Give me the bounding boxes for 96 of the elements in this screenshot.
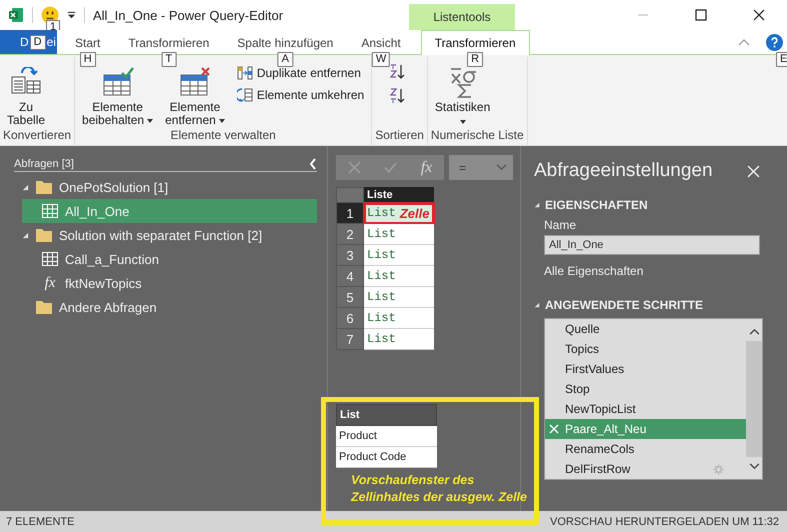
formula-dropdown[interactable]: = bbox=[449, 155, 513, 180]
group-label: Elemente verwalten bbox=[169, 128, 277, 144]
all-properties-link[interactable]: Alle Eigenschaften bbox=[534, 264, 787, 278]
table-icon bbox=[42, 252, 58, 266]
ribbon-tab[interactable]: Ansicht bbox=[347, 30, 415, 54]
step-item[interactable]: Topics bbox=[545, 339, 746, 359]
step-item[interactable]: FirstValues bbox=[545, 359, 746, 379]
annotation-text: Zelle bbox=[400, 206, 430, 220]
keytip: E bbox=[776, 52, 787, 66]
tab-label: D bbox=[20, 35, 29, 49]
corner-cell[interactable] bbox=[336, 187, 364, 203]
keytip: H bbox=[80, 52, 96, 67]
excel-logo-icon bbox=[8, 7, 24, 23]
column-header[interactable]: Liste bbox=[364, 187, 434, 203]
folder-icon bbox=[36, 228, 52, 242]
annotation-text: Vorschaufenster des Zellinhaltes der ausgew. Zelle bbox=[351, 472, 528, 506]
window-title: All_In_One - Power Query-Editor bbox=[93, 8, 284, 22]
row-number: 7 bbox=[336, 329, 364, 350]
collapse-pane-icon[interactable] bbox=[309, 158, 317, 170]
table-cell: Product Code bbox=[336, 447, 437, 468]
table-cell[interactable]: List bbox=[364, 224, 434, 245]
keytip: R bbox=[467, 52, 484, 67]
group-label: Konvertieren bbox=[3, 128, 72, 144]
column-header: List bbox=[336, 404, 437, 426]
reverse-items-icon bbox=[236, 87, 253, 103]
keytip: W bbox=[372, 52, 390, 67]
section-header: ANGEWENDETE SCHRITTE bbox=[545, 298, 704, 312]
folder-icon bbox=[36, 300, 52, 314]
maximize-icon[interactable] bbox=[695, 9, 707, 21]
help-icon[interactable] bbox=[766, 34, 783, 50]
table-cell[interactable]: List bbox=[364, 245, 434, 266]
step-item[interactable]: Paare_Alt_Neu bbox=[545, 419, 746, 439]
remove-duplicates-icon bbox=[236, 65, 253, 81]
query-folder[interactable]: OnePotSolution [1] bbox=[22, 175, 317, 199]
query-folder[interactable]: Andere Abfragen bbox=[22, 295, 317, 319]
table-cell[interactable]: List Zelle bbox=[364, 203, 434, 224]
table-cell: Product bbox=[336, 426, 437, 447]
table-icon bbox=[42, 204, 58, 218]
ribbon-tab[interactable]: Spalte hinzufügen bbox=[223, 30, 348, 54]
pane-title: Abfrageeinstellungen bbox=[534, 160, 713, 182]
chevron-down-icon bbox=[496, 164, 507, 171]
keytip: T bbox=[161, 52, 176, 67]
query-item[interactable]: fx fktNewTopics bbox=[22, 271, 317, 295]
table-cell[interactable]: List bbox=[364, 287, 434, 308]
keytip: A bbox=[278, 52, 293, 67]
ribbon-button[interactable]: Elemente umkehren bbox=[236, 87, 364, 103]
table-cell[interactable]: List bbox=[364, 308, 434, 329]
expanded-triangle-icon[interactable] bbox=[534, 202, 540, 208]
expanded-triangle-icon[interactable] bbox=[22, 232, 29, 238]
row-number: 3 bbox=[336, 245, 364, 266]
expanded-triangle-icon[interactable] bbox=[22, 184, 29, 190]
function-icon: fx bbox=[42, 274, 58, 292]
keep-items-icon bbox=[102, 67, 134, 97]
step-item[interactable]: Quelle bbox=[545, 319, 746, 339]
group-label: Sortieren bbox=[375, 128, 424, 144]
context-tab-header: Listentools bbox=[409, 4, 515, 30]
sort-ascending-icon[interactable] bbox=[389, 63, 406, 81]
close-icon[interactable] bbox=[753, 9, 765, 21]
name-field[interactable]: All_In_One bbox=[544, 235, 760, 255]
query-item[interactable]: Call_a_Function bbox=[22, 247, 317, 271]
query-folder[interactable]: Solution with separatet Function [2] bbox=[22, 223, 317, 247]
row-number: 5 bbox=[336, 287, 364, 308]
keytip: D bbox=[30, 34, 46, 50]
ribbon-tab[interactable]: Transformieren bbox=[420, 30, 530, 55]
table-cell[interactable]: List bbox=[364, 329, 434, 350]
status-text: VORSCHAU HERUNTERGELADEN UM 11:32 bbox=[550, 516, 779, 528]
expanded-triangle-icon[interactable] bbox=[534, 302, 540, 308]
step-item[interactable]: DelFirstRow bbox=[545, 459, 746, 479]
group-label: Numerische Liste bbox=[430, 128, 524, 144]
queries-title: Abfragen [3] bbox=[14, 158, 74, 170]
ribbon-tab[interactable]: Transformieren bbox=[114, 30, 224, 54]
check-icon[interactable] bbox=[384, 161, 398, 174]
step-item[interactable]: NewTopicList bbox=[545, 399, 746, 419]
folder-icon bbox=[36, 180, 52, 194]
file-tab[interactable]: D D ei bbox=[0, 30, 57, 54]
remove-items-icon bbox=[178, 67, 211, 97]
sort-descending-icon[interactable] bbox=[389, 87, 406, 105]
delete-icon[interactable] bbox=[549, 424, 559, 434]
section-header: EIGENSCHAFTEN bbox=[545, 198, 648, 212]
scroll-down-icon[interactable] bbox=[748, 463, 760, 470]
status-text: 7 ELEMENTE bbox=[6, 516, 74, 528]
field-label: Name bbox=[543, 218, 578, 232]
caret-icon[interactable] bbox=[67, 10, 76, 20]
row-number: 6 bbox=[336, 308, 364, 329]
step-item[interactable]: Stop bbox=[545, 379, 746, 399]
ribbon-button[interactable]: Zu Tabelle bbox=[3, 63, 50, 128]
table-cell[interactable]: List bbox=[364, 266, 434, 287]
row-number: 4 bbox=[336, 266, 364, 287]
collapse-ribbon-icon[interactable] bbox=[738, 38, 750, 46]
step-item[interactable]: RenameCols bbox=[545, 439, 746, 459]
ribbon-button[interactable]: Duplikate entfernen bbox=[236, 65, 364, 81]
tab-label: ei bbox=[46, 35, 56, 49]
row-number: 2 bbox=[336, 224, 364, 245]
ribbon-tab[interactable]: Start bbox=[61, 30, 114, 54]
row-number: 1 bbox=[336, 203, 364, 224]
scroll-up-icon[interactable] bbox=[748, 328, 760, 335]
